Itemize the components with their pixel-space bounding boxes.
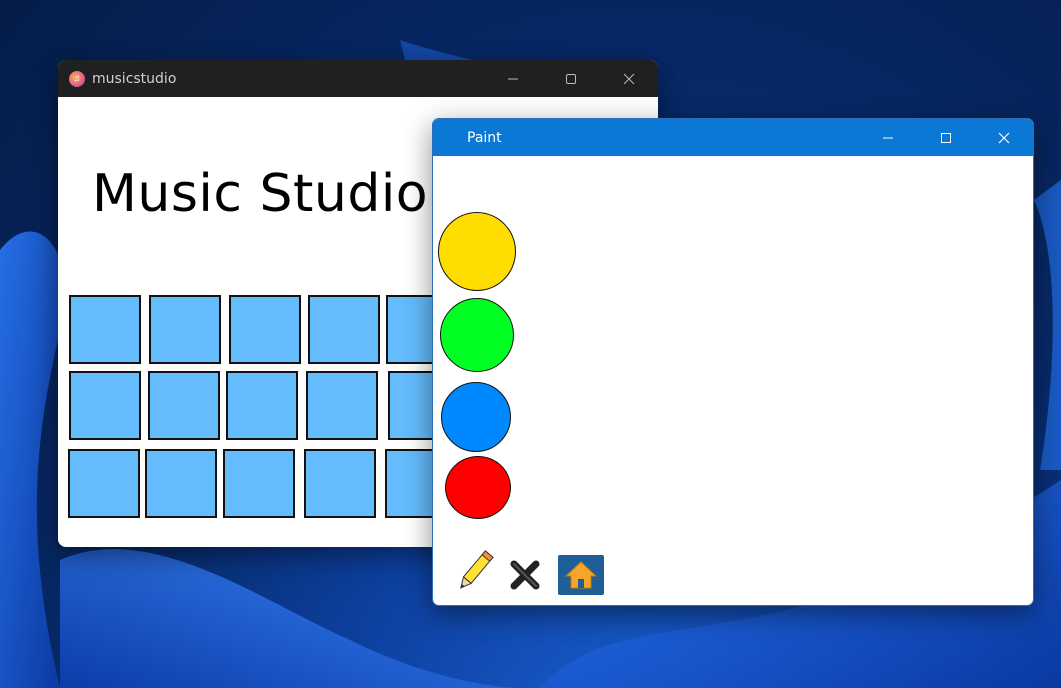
close-icon [998, 132, 1010, 143]
music-app-icon: ♫ [69, 70, 85, 87]
color-yellow[interactable] [438, 212, 516, 291]
music-pad[interactable] [68, 449, 140, 518]
music-pad[interactable] [69, 295, 141, 364]
close-button[interactable] [975, 119, 1033, 156]
color-red[interactable] [445, 456, 511, 519]
minimize-icon [883, 137, 893, 138]
paint-window[interactable]: Paint [432, 118, 1034, 606]
pencil-icon [460, 550, 494, 589]
minimize-button[interactable] [484, 60, 542, 97]
maximize-button[interactable] [542, 60, 600, 97]
close-button[interactable] [600, 60, 658, 97]
music-pad[interactable] [145, 449, 217, 518]
clear-tool-button[interactable] [507, 557, 543, 593]
music-pad[interactable] [308, 295, 380, 364]
music-pad[interactable] [304, 449, 376, 518]
music-pad[interactable] [226, 371, 298, 440]
music-pad[interactable] [149, 295, 221, 364]
home-icon [564, 561, 598, 589]
music-pad[interactable] [148, 371, 220, 440]
paint-window-title: Paint [467, 129, 502, 146]
maximize-icon [566, 73, 576, 84]
music-window-title: musicstudio [92, 70, 177, 87]
paint-titlebar[interactable]: Paint [433, 119, 1033, 156]
music-heading: Music Studio! [92, 164, 450, 224]
pencil-tool-button[interactable] [453, 547, 497, 595]
color-blue[interactable] [441, 382, 511, 452]
clear-icon [510, 560, 540, 590]
music-pad[interactable] [306, 371, 378, 440]
close-icon [623, 73, 635, 84]
color-green[interactable] [440, 298, 514, 372]
maximize-button[interactable] [917, 119, 975, 156]
music-pad[interactable] [223, 449, 295, 518]
home-tool-button[interactable] [558, 555, 604, 595]
music-pad[interactable] [69, 371, 141, 440]
maximize-icon [941, 132, 951, 143]
minimize-icon [508, 78, 518, 79]
minimize-button[interactable] [859, 119, 917, 156]
music-pad[interactable] [229, 295, 301, 364]
music-titlebar[interactable]: ♫ musicstudio [58, 60, 658, 97]
